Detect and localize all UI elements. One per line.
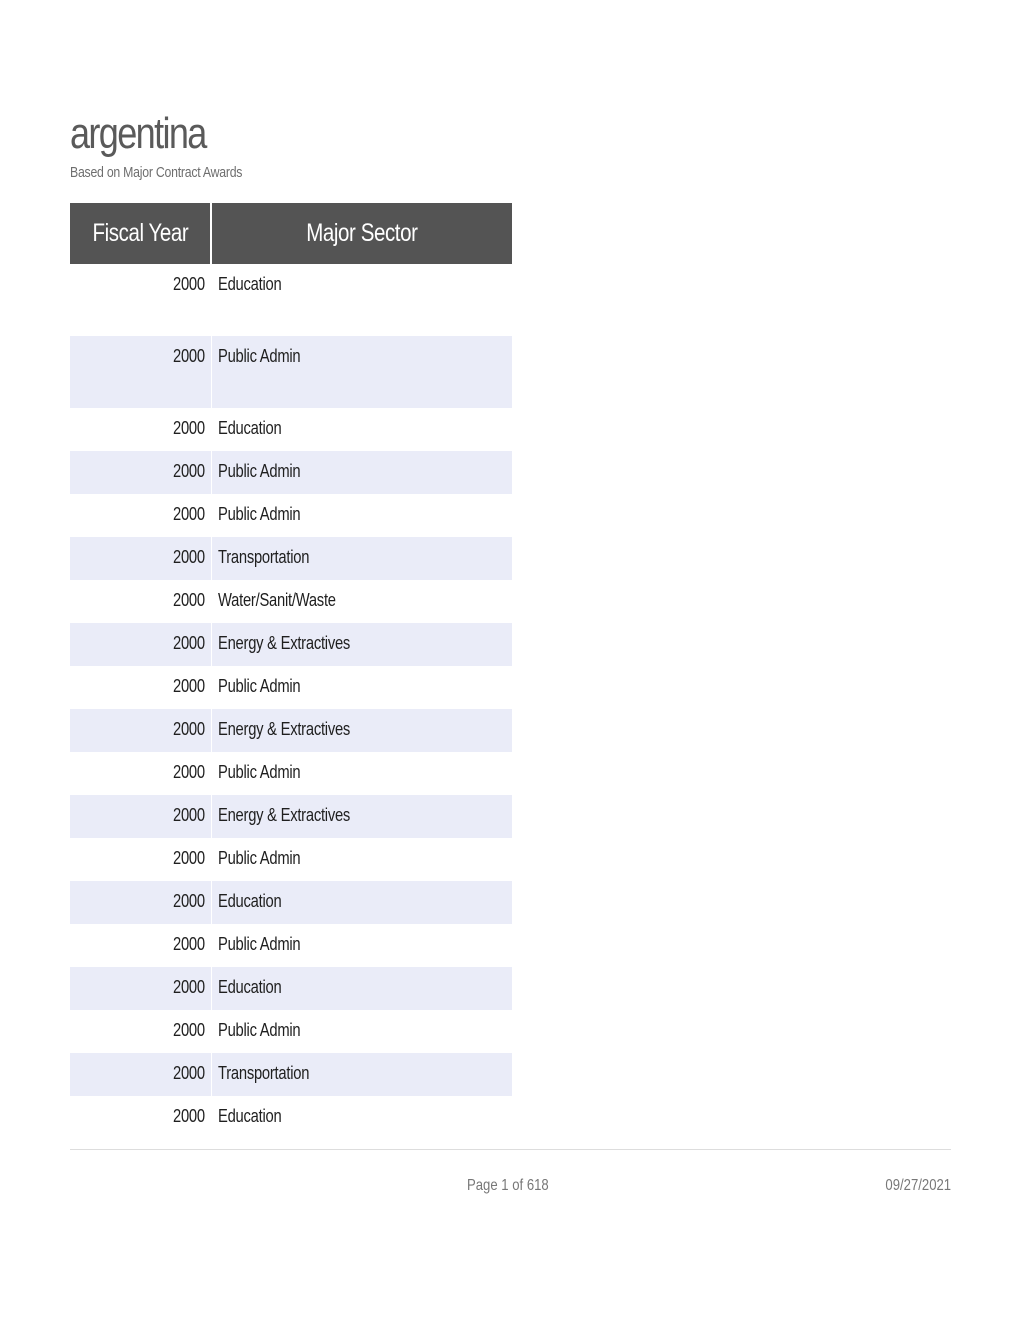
- fiscal-year-cell: 2000: [70, 623, 212, 666]
- major-sector-cell: Education: [217, 418, 282, 438]
- table-row: 2000 Transportation: [70, 1053, 512, 1096]
- major-sector-cell: Education: [217, 274, 282, 294]
- major-sector-cell: Transportation: [211, 1053, 512, 1096]
- contracts-table: Fiscal Year Major Sector 2000 Education 20…: [70, 203, 512, 1139]
- table-row: 2000 Education: [70, 408, 512, 451]
- table-row: 2000 Public Admin: [70, 336, 512, 408]
- page-number: Page 1 of 618: [467, 1177, 549, 1194]
- table-row: 2000 Education: [70, 1096, 512, 1139]
- fiscal-year-cell: 2000: [70, 881, 212, 924]
- fiscal-year-cell: 2000: [70, 795, 212, 838]
- table-row: 2000 Education: [70, 881, 512, 924]
- footer-divider: [70, 1149, 951, 1150]
- table-row: 2000 Energy & Extractives: [70, 709, 512, 752]
- fiscal-year-cell: 2000: [172, 1020, 205, 1040]
- major-sector-cell: Energy & Extractives: [211, 795, 512, 838]
- table-row: 2000 Energy & Extractives: [70, 795, 512, 838]
- page-subtitle: Based on Major Contract Awards: [70, 164, 243, 181]
- fiscal-year-cell: 2000: [172, 504, 205, 524]
- fiscal-year-cell: 2000: [70, 967, 212, 1010]
- table-row: 2000 Energy & Extractives: [70, 623, 512, 666]
- major-sector-cell: Education: [211, 881, 512, 924]
- fiscal-year-cell: 2000: [172, 934, 205, 954]
- fiscal-year-cell: 2000: [70, 709, 212, 752]
- fiscal-year-cell: 2000: [172, 848, 205, 868]
- table-header-row: Fiscal Year Major Sector: [70, 203, 512, 264]
- fiscal-year-cell: 2000: [172, 274, 205, 294]
- column-header-fiscal-year: Fiscal Year: [70, 203, 212, 264]
- major-sector-cell: Education: [211, 967, 512, 1010]
- major-sector-cell: Water/Sanit/Waste: [217, 590, 336, 610]
- major-sector-cell: Public Admin: [211, 336, 512, 408]
- page-title: argentina: [70, 109, 207, 158]
- table-row: 2000 Public Admin: [70, 838, 512, 881]
- major-sector-cell: Public Admin: [217, 848, 301, 868]
- table-row: 2000 Education: [70, 264, 512, 336]
- major-sector-cell: Public Admin: [217, 676, 301, 696]
- print-date: 09/27/2021: [885, 1177, 951, 1194]
- table-row: 2000 Public Admin: [70, 1010, 512, 1053]
- fiscal-year-cell: 2000: [172, 418, 205, 438]
- major-sector-cell: Public Admin: [217, 762, 301, 782]
- table-row: 2000 Public Admin: [70, 924, 512, 967]
- major-sector-cell: Public Admin: [211, 451, 512, 494]
- fiscal-year-cell: 2000: [70, 451, 212, 494]
- major-sector-cell: Transportation: [211, 537, 512, 580]
- major-sector-cell: Public Admin: [217, 504, 301, 524]
- table-row: 2000 Public Admin: [70, 494, 512, 537]
- table-row: 2000 Public Admin: [70, 451, 512, 494]
- fiscal-year-cell: 2000: [172, 762, 205, 782]
- major-sector-cell: Public Admin: [217, 934, 301, 954]
- major-sector-cell: Energy & Extractives: [211, 709, 512, 752]
- fiscal-year-cell: 2000: [172, 676, 205, 696]
- fiscal-year-cell: 2000: [70, 537, 212, 580]
- column-header-major-sector: Major Sector: [211, 203, 512, 264]
- fiscal-year-cell: 2000: [172, 590, 205, 610]
- major-sector-cell: Public Admin: [217, 1020, 301, 1040]
- major-sector-cell: Energy & Extractives: [211, 623, 512, 666]
- table-row: 2000 Transportation: [70, 537, 512, 580]
- fiscal-year-cell: 2000: [70, 336, 212, 408]
- table-row: 2000 Public Admin: [70, 666, 512, 709]
- table-row: 2000 Water/Sanit/Waste: [70, 580, 512, 623]
- table-row: 2000 Public Admin: [70, 752, 512, 795]
- major-sector-cell: Education: [217, 1106, 282, 1126]
- table-row: 2000 Education: [70, 967, 512, 1010]
- fiscal-year-cell: 2000: [70, 1053, 212, 1096]
- fiscal-year-cell: 2000: [172, 1106, 205, 1126]
